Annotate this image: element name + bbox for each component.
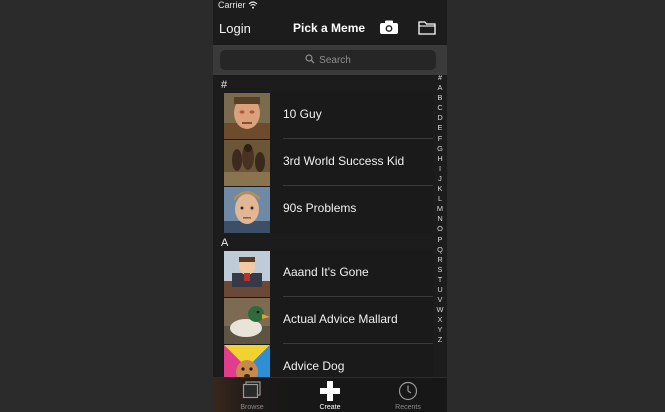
section-index-letter[interactable]: M <box>437 204 443 214</box>
section-index-letter[interactable]: B <box>438 93 443 103</box>
section-index-letter[interactable]: V <box>438 295 443 305</box>
wifi-icon <box>248 1 258 11</box>
search-input[interactable]: Search <box>220 50 436 70</box>
meme-name: Aaand It's Gone <box>283 265 369 279</box>
section-index-letter[interactable]: O <box>437 224 443 234</box>
nav-bar: Login Pick a Meme <box>213 13 447 45</box>
section-index-letter[interactable]: P <box>438 235 443 245</box>
meme-thumbnail <box>224 140 270 186</box>
section-index-letter[interactable]: D <box>437 113 442 123</box>
section-header: # <box>213 79 441 92</box>
section-index-letter[interactable]: R <box>437 255 442 265</box>
meme-thumbnail <box>224 187 270 233</box>
tab-bar: Browse Create Recents <box>213 377 447 412</box>
section-index-letter[interactable]: L <box>438 194 442 204</box>
phone-screen: Carrier Login Pick a Meme Search # 10 Gu… <box>213 0 447 412</box>
list-item[interactable]: Aaand It's Gone <box>223 250 433 297</box>
clock-icon <box>398 381 418 401</box>
list-item[interactable]: Actual Advice Mallard <box>223 297 433 344</box>
carrier-label: Carrier <box>218 0 246 10</box>
search-icon <box>305 51 315 69</box>
section-index-letter[interactable]: N <box>437 214 442 224</box>
meme-thumbnail <box>224 298 270 344</box>
login-button[interactable]: Login <box>219 21 251 36</box>
section-index-letter[interactable]: E <box>438 123 443 133</box>
meme-thumbnail <box>224 251 270 297</box>
section-index-letter[interactable]: Y <box>438 325 443 335</box>
meme-name: 10 Guy <box>283 107 322 121</box>
section-index-letter[interactable]: F <box>438 134 443 144</box>
list-item[interactable]: 3rd World Success Kid <box>223 139 433 186</box>
tab-recents-label: Recents <box>395 404 421 411</box>
list-item[interactable]: 90s Problems <box>223 186 433 233</box>
search-placeholder: Search <box>319 54 351 66</box>
status-bar: Carrier <box>213 0 447 13</box>
tab-browse-label: Browse <box>240 404 264 411</box>
section-index-letter[interactable]: H <box>437 154 442 164</box>
meme-name: Advice Dog <box>283 359 345 373</box>
tab-recents[interactable]: Recents <box>369 378 447 412</box>
section-index-letter[interactable]: I <box>439 164 441 174</box>
search-bar: Search <box>213 45 447 75</box>
section-index-letter[interactable]: T <box>438 275 443 285</box>
section-index-letter[interactable]: # <box>438 73 442 83</box>
tab-browse[interactable]: Browse <box>213 378 291 412</box>
list-item[interactable]: 10 Guy <box>223 92 433 139</box>
section-index-letter[interactable]: W <box>437 305 444 315</box>
section-index-letter[interactable]: J <box>438 174 442 184</box>
section-index-letter[interactable]: K <box>438 184 443 194</box>
meme-name: Actual Advice Mallard <box>283 312 398 326</box>
page-title: Pick a Meme <box>293 21 366 35</box>
section-index-letter[interactable]: U <box>437 285 442 295</box>
section-index-letter[interactable]: Z <box>438 335 443 345</box>
section-index-letter[interactable]: A <box>438 83 443 93</box>
meme-thumbnail <box>224 93 270 139</box>
folder-icon[interactable] <box>418 20 436 40</box>
section-index-letter[interactable]: C <box>437 103 442 113</box>
section-index-letter[interactable]: X <box>438 315 443 325</box>
tab-create-label: Create <box>319 404 341 411</box>
meme-name: 3rd World Success Kid <box>283 154 405 168</box>
meme-name: 90s Problems <box>283 201 357 215</box>
camera-icon[interactable] <box>379 20 399 40</box>
tab-create[interactable]: Create <box>291 378 369 412</box>
browse-icon <box>242 381 261 399</box>
section-index-letter[interactable]: G <box>437 144 443 154</box>
plus-icon <box>320 381 340 401</box>
section-index-letter[interactable]: Q <box>437 245 443 255</box>
section-header: A <box>213 237 441 250</box>
section-index[interactable]: # A B C D E F G H I J K L M N O P Q R S T U V W X Y Z <box>435 73 445 346</box>
section-index-letter[interactable]: S <box>438 265 443 275</box>
